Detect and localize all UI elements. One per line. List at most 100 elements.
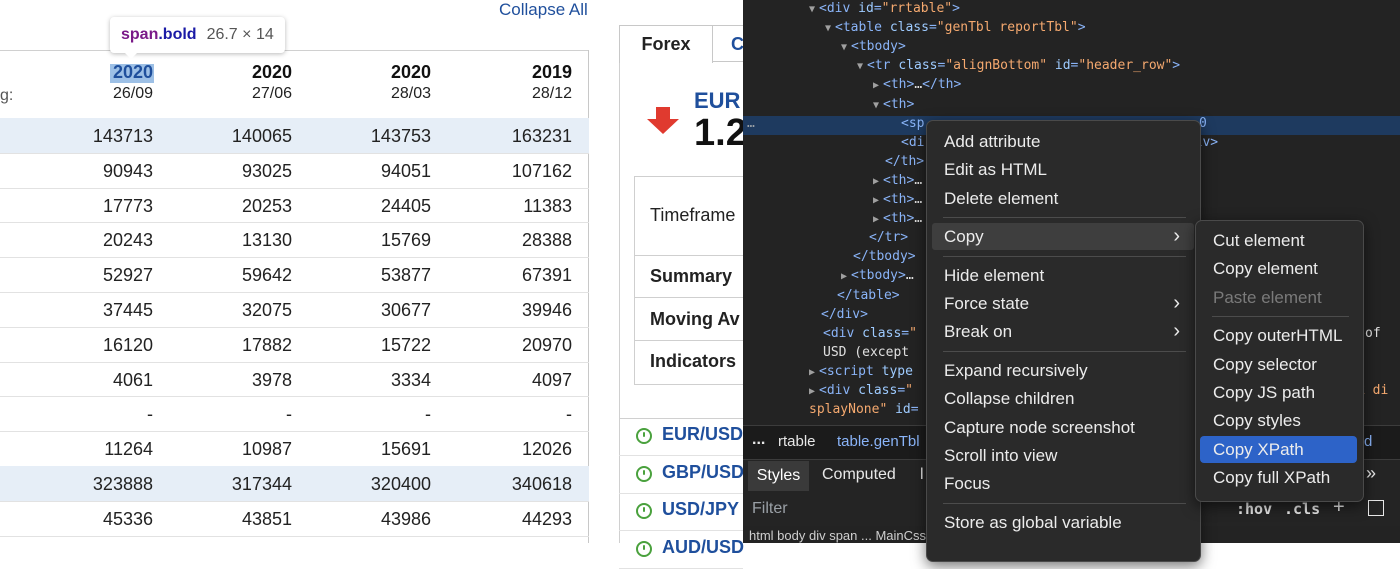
computed-sidebar-icon[interactable] <box>1368 500 1384 516</box>
dom-node[interactable]: </th> <box>885 154 924 169</box>
dom-node[interactable]: <sp <box>901 116 924 131</box>
menu-item-store-as-global-variable[interactable]: Store as global variable <box>932 509 1194 536</box>
menu-item-copy-full-xpath[interactable]: Copy full XPath <box>1200 464 1357 491</box>
dom-node[interactable]: ▶ <tbody>… <box>841 268 914 283</box>
expanded-triangle-icon[interactable]: ▼ <box>841 42 847 53</box>
expanded-triangle-icon[interactable]: ▼ <box>809 4 815 15</box>
menu-item-hide-element[interactable]: Hide element <box>932 262 1194 289</box>
dom-node[interactable]: ▼ <table class="genTbl reportTbl"> <box>825 20 1086 35</box>
expanded-triangle-icon[interactable]: ▼ <box>825 23 831 34</box>
menu-item-copy-xpath[interactable]: Copy XPath <box>1200 435 1357 463</box>
menu-item-label: Copy full XPath <box>1213 468 1331 488</box>
dom-node[interactable]: </table> <box>837 288 900 303</box>
currency-link[interactable]: GBP/USD <box>662 462 744 483</box>
menu-item-copy-js-path[interactable]: Copy JS path <box>1200 379 1357 406</box>
indicator-divider <box>634 297 743 298</box>
tab-layout[interactable]: l <box>920 466 924 484</box>
table-cell: 20970 <box>521 334 572 355</box>
menu-item-edit-as-html[interactable]: Edit as HTML <box>932 156 1194 183</box>
dom-node[interactable]: </tbody> <box>853 249 916 264</box>
dom-node[interactable]: ▼ <tr class="alignBottom" id="header_row"… <box>857 58 1180 73</box>
collapsed-triangle-icon[interactable]: ▶ <box>873 80 879 91</box>
dom-node[interactable]: </div> <box>821 307 868 322</box>
collapsed-triangle-icon[interactable]: ▶ <box>873 176 879 187</box>
menu-item-focus[interactable]: Focus <box>932 470 1194 497</box>
more-tabs-icon[interactable]: » <box>1366 463 1376 484</box>
collapsed-triangle-icon[interactable]: ▶ <box>873 214 879 225</box>
dom-node[interactable]: ▶ <th>…</th> <box>873 77 961 92</box>
column-year: 2020 <box>251 62 292 82</box>
dom-node[interactable]: ▼ <div id="rrtable"> <box>809 1 960 16</box>
menu-item-break-on[interactable]: Break on › <box>932 318 1194 345</box>
dom-node[interactable]: splayNone" id= <box>809 402 919 417</box>
section-divider <box>619 418 743 419</box>
dom-node[interactable]: ▶ <th>… <box>873 192 922 207</box>
filter-input[interactable]: Filter <box>752 500 788 518</box>
dom-node[interactable]: <di <box>901 135 924 150</box>
menu-item-copy-selector[interactable]: Copy selector <box>1200 351 1357 378</box>
table-cell: 17773 <box>102 195 153 216</box>
dom-node[interactable]: </tr> <box>869 230 908 245</box>
collapse-all-link[interactable]: Collapse All <box>499 0 588 20</box>
breadcrumb-item[interactable]: table.genTbl <box>837 433 920 450</box>
dom-node[interactable]: ▶ <div class=" <box>809 383 913 398</box>
breadcrumb-item[interactable]: d <box>1364 433 1372 450</box>
table-cell: 320400 <box>370 474 431 494</box>
menu-item-copy[interactable]: Copy › <box>932 223 1194 251</box>
menu-item-capture-node-screenshot[interactable]: Capture node screenshot <box>932 414 1194 441</box>
menu-item-copy-outerhtml[interactable]: Copy outerHTML <box>1200 322 1357 349</box>
pair-title[interactable]: EUR <box>694 88 740 114</box>
dom-node[interactable]: USD (except <box>823 345 909 360</box>
dom-node[interactable]: ▶ <script type <box>809 364 913 379</box>
breadcrumb-item[interactable]: rtable <box>778 433 816 450</box>
table-cell: 53877 <box>380 265 431 286</box>
menu-item-copy-styles[interactable]: Copy styles <box>1200 407 1357 434</box>
table-cell: 15691 <box>380 439 431 460</box>
collapsed-triangle-icon[interactable]: ▶ <box>809 386 815 397</box>
node-actions-icon[interactable]: … <box>747 116 755 131</box>
class-toggle[interactable]: .cls <box>1284 500 1320 518</box>
currency-link[interactable]: EUR/USD <box>662 424 743 445</box>
dom-node[interactable]: ▶ <th>… <box>873 173 922 188</box>
table-row: 37445 32075 30677 39946 <box>0 292 589 327</box>
menu-item-expand-recursively[interactable]: Expand recursively <box>932 357 1194 384</box>
currency-link[interactable]: USD/JPY <box>662 499 739 520</box>
table-cell: 107162 <box>511 160 572 181</box>
menu-item-paste-element: Paste element <box>1200 284 1357 311</box>
collapsed-triangle-icon[interactable]: ▶ <box>873 195 879 206</box>
dom-node[interactable]: <div class=" <box>823 326 917 341</box>
menu-item-force-state[interactable]: Force state › <box>932 290 1194 317</box>
tab-computed[interactable]: Computed <box>822 466 896 484</box>
indicator-label[interactable]: Summary <box>650 266 732 287</box>
dom-node[interactable]: ▼ <th> <box>873 97 914 112</box>
table-cell: 43851 <box>241 508 292 529</box>
expanded-triangle-icon[interactable]: ▼ <box>873 100 879 111</box>
menu-item-copy-element[interactable]: Copy element <box>1200 255 1357 282</box>
menu-item-label: Focus <box>944 474 991 494</box>
dom-token: <div <box>823 325 863 341</box>
expanded-triangle-icon[interactable]: ▼ <box>857 61 863 72</box>
menu-item-delete-element[interactable]: Delete element <box>932 185 1194 212</box>
indicator-divider <box>634 255 743 256</box>
menu-item-label: Copy selector <box>1213 354 1317 374</box>
menu-item-scroll-into-view[interactable]: Scroll into view <box>932 442 1194 469</box>
breadcrumb-overflow-icon[interactable]: ... <box>752 431 765 449</box>
collapsed-triangle-icon[interactable]: ▶ <box>809 367 815 378</box>
dom-node[interactable]: ▶ <th>… <box>873 211 922 226</box>
currency-link[interactable]: AUD/USD <box>662 537 744 558</box>
menu-item-collapse-children[interactable]: Collapse children <box>932 385 1194 412</box>
menu-item-add-attribute[interactable]: Add attribute <box>932 128 1194 155</box>
menu-item-cut-element[interactable]: Cut element <box>1200 227 1357 254</box>
hover-state-toggle[interactable]: :hov <box>1236 500 1272 518</box>
tab-forex[interactable]: Forex <box>619 25 713 63</box>
dom-node[interactable]: ▼ <tbody> <box>841 39 906 54</box>
indicator-label[interactable]: Moving Av <box>650 309 740 330</box>
tab-styles[interactable]: Styles <box>748 461 809 491</box>
menu-item-label: Delete element <box>944 188 1059 208</box>
dom-token: </tbody> <box>853 249 916 265</box>
dom-token: = <box>910 402 919 418</box>
collapsed-triangle-icon[interactable]: ▶ <box>841 271 847 282</box>
table-cell: 11264 <box>104 439 153 460</box>
indicator-label[interactable]: Indicators <box>650 351 736 372</box>
table-cell: 340618 <box>511 474 572 494</box>
